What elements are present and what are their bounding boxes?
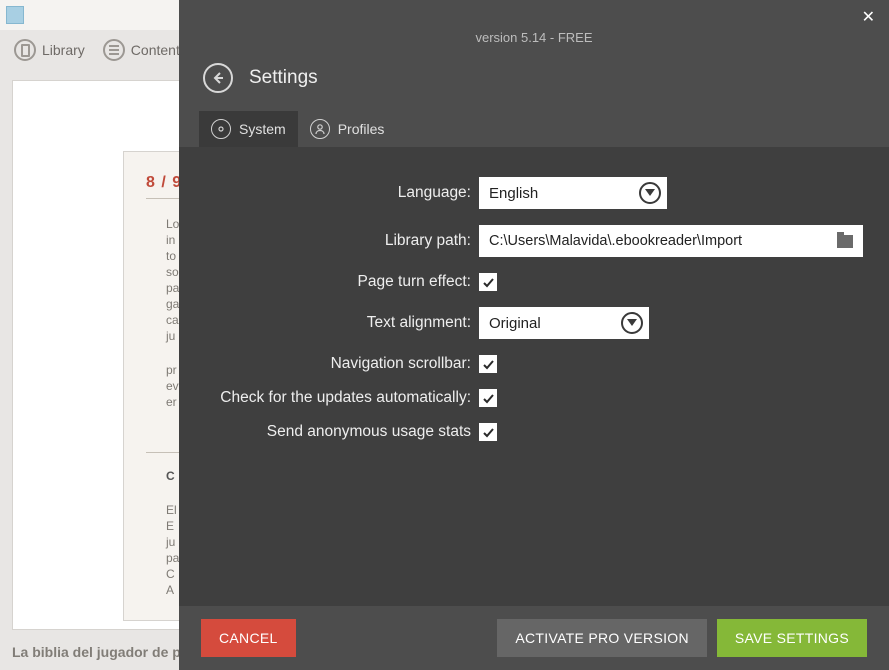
activate-pro-button[interactable]: ACTIVATE PRO VERSION xyxy=(497,619,707,657)
row-text-align: Text alignment: Original xyxy=(205,307,863,339)
tab-bar: System Profiles xyxy=(179,111,889,147)
contents-label: Content xyxy=(131,42,180,58)
usage-stats-checkbox[interactable] xyxy=(479,423,497,441)
language-label: Language: xyxy=(205,184,479,202)
text-align-value: Original xyxy=(489,315,541,332)
row-usage-stats: Send anonymous usage stats xyxy=(205,423,863,441)
check-icon xyxy=(482,358,495,371)
auto-update-checkbox[interactable] xyxy=(479,389,497,407)
row-nav-scroll: Navigation scrollbar: xyxy=(205,355,863,373)
chevron-down-icon xyxy=(639,182,661,204)
library-path-input[interactable]: C:\Users\Malavida\.ebookreader\Import xyxy=(479,225,863,257)
row-library-path: Library path: C:\Users\Malavida\.ebookre… xyxy=(205,225,863,257)
row-page-turn: Page turn effect: xyxy=(205,273,863,291)
page-turn-checkbox[interactable] xyxy=(479,273,497,291)
nav-scroll-checkbox[interactable] xyxy=(479,355,497,373)
book-title: La biblia del jugador de p xyxy=(12,644,181,660)
check-icon xyxy=(482,392,495,405)
library-button[interactable]: Library xyxy=(8,35,91,65)
user-icon xyxy=(310,119,330,139)
language-value: English xyxy=(489,185,538,202)
language-select[interactable]: English xyxy=(479,177,667,209)
gear-icon xyxy=(211,119,231,139)
page-turn-label: Page turn effect: xyxy=(205,273,479,291)
nav-scroll-label: Navigation scrollbar: xyxy=(205,355,479,373)
dialog-footer: CANCEL ACTIVATE PRO VERSION SAVE SETTING… xyxy=(179,606,889,670)
auto-update-label: Check for the updates automatically: xyxy=(205,389,479,407)
row-language: Language: English xyxy=(205,177,863,209)
page-heading: 8 / 9 xyxy=(146,174,182,192)
library-path-value: C:\Users\Malavida\.ebookreader\Import xyxy=(489,233,742,249)
check-icon xyxy=(482,276,495,289)
tab-system-label: System xyxy=(239,121,286,137)
save-settings-button[interactable]: SAVE SETTINGS xyxy=(717,619,867,657)
folder-icon[interactable] xyxy=(837,235,853,248)
library-label: Library xyxy=(42,42,85,58)
dialog-title: Settings xyxy=(249,67,318,89)
text-align-label: Text alignment: xyxy=(205,314,479,332)
library-path-label: Library path: xyxy=(205,232,479,250)
app-icon xyxy=(6,6,24,24)
back-button[interactable] xyxy=(203,63,233,93)
settings-form: Language: English Library path: C:\Users… xyxy=(179,147,889,606)
list-icon xyxy=(103,39,125,61)
cancel-button[interactable]: CANCEL xyxy=(201,619,296,657)
close-button[interactable]: ✕ xyxy=(858,6,879,30)
tab-system[interactable]: System xyxy=(199,111,298,147)
tab-profiles[interactable]: Profiles xyxy=(298,111,397,147)
check-icon xyxy=(482,426,495,439)
text-align-select[interactable]: Original xyxy=(479,307,649,339)
row-auto-update: Check for the updates automatically: xyxy=(205,389,863,407)
tab-profiles-label: Profiles xyxy=(338,121,385,137)
arrow-left-icon xyxy=(211,71,225,85)
usage-stats-label: Send anonymous usage stats xyxy=(205,423,479,441)
version-text: version 5.14 - FREE xyxy=(179,0,889,45)
settings-dialog: ✕ version 5.14 - FREE Settings System Pr… xyxy=(179,0,889,670)
chevron-down-icon xyxy=(621,312,643,334)
book-icon xyxy=(14,39,36,61)
dialog-header: Settings xyxy=(179,45,889,111)
contents-button[interactable]: Content xyxy=(97,35,186,65)
